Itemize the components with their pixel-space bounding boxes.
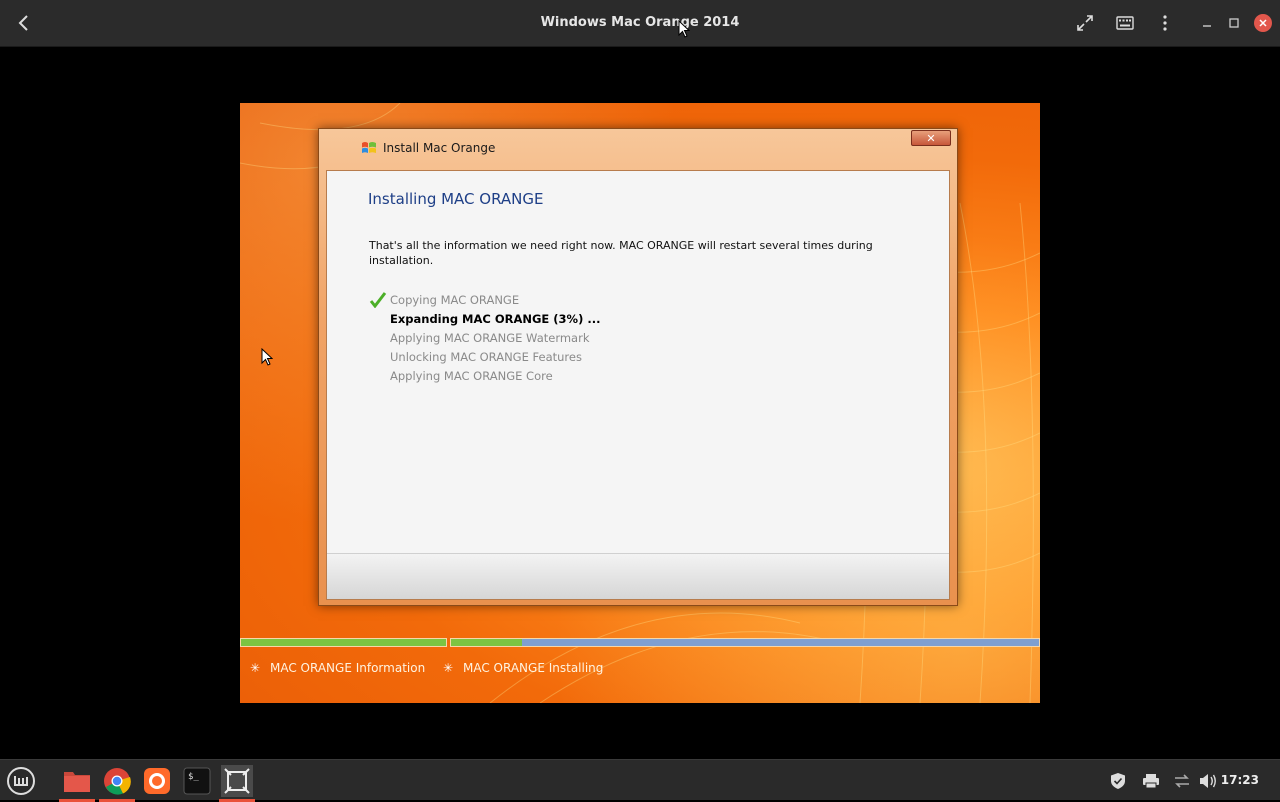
- close-icon[interactable]: [1254, 14, 1272, 32]
- maximize-icon[interactable]: [1225, 14, 1243, 32]
- dialog-footer: [327, 553, 949, 599]
- keyboard-icon[interactable]: [1113, 11, 1137, 35]
- dialog-client-area: Installing MAC ORANGE That's all the inf…: [326, 170, 950, 600]
- dialog-close-button[interactable]: ✕: [911, 130, 951, 146]
- phase-installing: ✳ MAC ORANGE Installing: [443, 661, 603, 675]
- star-icon: ✳: [250, 661, 261, 675]
- install-step-copying: Copying MAC ORANGE: [369, 292, 600, 312]
- install-step-watermark: Applying MAC ORANGE Watermark: [369, 331, 600, 350]
- install-steps-list: Copying MAC ORANGE Expanding MAC ORANGE …: [369, 292, 600, 388]
- install-step-label: Applying MAC ORANGE Watermark: [390, 331, 590, 345]
- install-step-label: Applying MAC ORANGE Core: [390, 369, 553, 383]
- terminal-icon[interactable]: $_: [181, 765, 213, 797]
- svg-text:$_: $_: [188, 772, 199, 782]
- minimize-icon[interactable]: [1198, 14, 1216, 32]
- install-step-expanding: Expanding MAC ORANGE (3%) ...: [369, 312, 600, 331]
- checkmark-icon: [369, 292, 387, 309]
- fullscreen-icon[interactable]: [1073, 11, 1097, 35]
- dialog-caption-text: Install Mac Orange: [383, 141, 496, 155]
- printer-icon[interactable]: [1142, 772, 1160, 790]
- volume-icon[interactable]: [1199, 772, 1217, 790]
- shield-icon[interactable]: [1109, 772, 1127, 790]
- chrome-icon[interactable]: [99, 765, 135, 802]
- phase-information: ✳ MAC ORANGE Information: [250, 661, 425, 675]
- info-progress-bar: [240, 638, 447, 647]
- host-cursor-icon: [678, 20, 690, 38]
- install-intro-text: That's all the information we need right…: [369, 239, 873, 267]
- install-step-core: Applying MAC ORANGE Core: [369, 369, 600, 388]
- installing-progress-bar: [450, 638, 1040, 647]
- install-heading: Installing MAC ORANGE: [368, 190, 544, 208]
- phase-label: MAC ORANGE Information: [270, 661, 426, 675]
- app-header-bar: Windows Mac Orange 2014: [0, 0, 1280, 47]
- kebab-menu-icon[interactable]: [1153, 11, 1177, 35]
- taskbar: $_ 17:23: [0, 759, 1280, 802]
- menu-icon[interactable]: [5, 765, 37, 797]
- windows-flag-icon: [361, 141, 377, 155]
- vm-app-icon[interactable]: [219, 765, 255, 802]
- install-step-label: Unlocking MAC ORANGE Features: [390, 350, 582, 364]
- star-icon: ✳: [443, 661, 454, 675]
- install-dialog: Install Mac Orange ✕ Installing MAC ORAN…: [318, 128, 958, 606]
- install-step-label: Expanding MAC ORANGE (3%) ...: [390, 312, 601, 326]
- files-icon[interactable]: [59, 765, 95, 802]
- network-icon[interactable]: [1173, 772, 1191, 790]
- vm-screen[interactable]: Install Mac Orange ✕ Installing MAC ORAN…: [240, 103, 1040, 703]
- firefox-icon[interactable]: [141, 765, 173, 797]
- installing-progress-fill: [451, 639, 522, 646]
- mouse-cursor-icon: [261, 348, 273, 366]
- install-step-unlocking: Unlocking MAC ORANGE Features: [369, 350, 600, 369]
- install-step-label: Copying MAC ORANGE: [390, 293, 520, 307]
- clock[interactable]: 17:23: [1221, 773, 1259, 787]
- dialog-caption: Install Mac Orange: [361, 141, 495, 155]
- phase-label: MAC ORANGE Installing: [463, 661, 604, 675]
